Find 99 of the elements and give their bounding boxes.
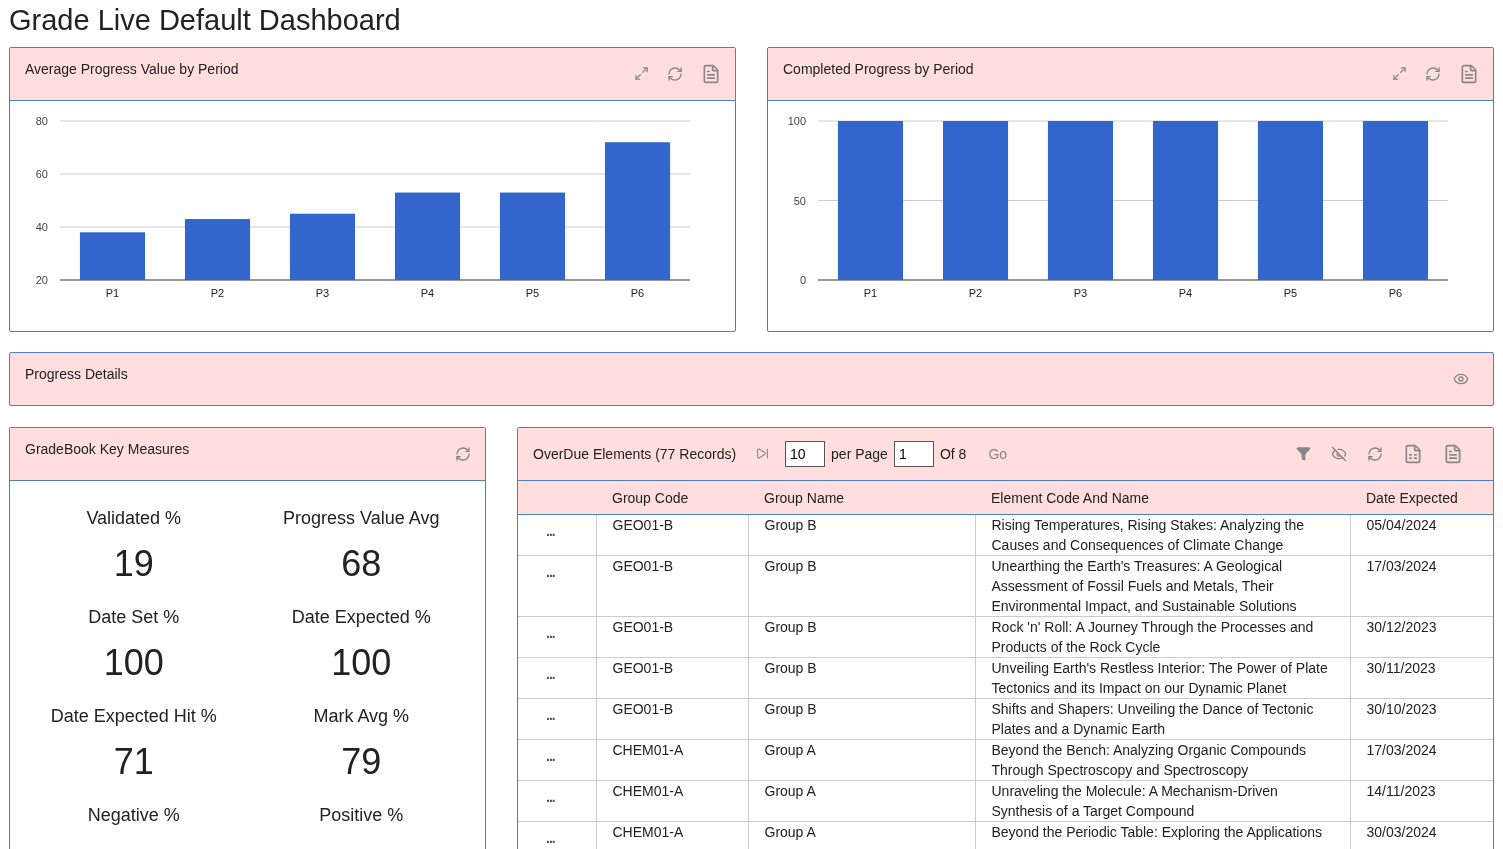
axis-tick-label: 50 — [793, 194, 806, 207]
table-cell: CHEM01-A — [596, 821, 748, 849]
eye-off-icon[interactable] — [1331, 445, 1347, 462]
axis-category-label: P6 — [1388, 286, 1403, 299]
table-cell: CHEM01-A — [596, 780, 748, 822]
column-header[interactable]: Date Expected — [1350, 480, 1493, 515]
axis-category-label: P3 — [1073, 286, 1088, 299]
table-cell: Unveiling Earth's Restless Interior: The Power of Plate Tectonics and its Impact on our Dynamic Planet — [975, 657, 1350, 699]
measure-label: Progress Value Avg — [283, 506, 440, 530]
row-menu-button[interactable]: ... — [546, 705, 555, 726]
table-cell: Beyond the Periodic Table: Exploring the Applications — [975, 821, 1350, 849]
column-header[interactable]: Element Code And Name — [975, 480, 1350, 515]
row-menu-button[interactable]: ... — [546, 521, 555, 542]
measure-label: Mark Avg % — [313, 704, 410, 728]
axis-category-label: P4 — [420, 286, 435, 299]
table-cell: Rising Temperatures, Rising Stakes: Analyzing the Causes and Consequences of Climate Change — [975, 514, 1350, 556]
page-title: Grade Live Default Dashboard — [9, 5, 402, 37]
table-cell: GEO01-B — [596, 555, 748, 617]
measure-label: Positive % — [319, 803, 404, 827]
table-cell: Group A — [748, 739, 975, 781]
table-cell: Group B — [748, 555, 975, 617]
table-cell: Group A — [748, 821, 975, 849]
table-cell: Group B — [748, 698, 975, 740]
table-cell: 30/11/2023 — [1350, 657, 1493, 699]
table-cell: 17/03/2024 — [1350, 739, 1493, 781]
row-menu-button[interactable]: ... — [546, 562, 555, 583]
page-count-label: Of 8 — [939, 445, 967, 462]
section-title: Progress Details — [25, 365, 129, 382]
bar — [184, 218, 251, 280]
axis-tick-label: 100 — [787, 114, 806, 127]
table-cell: Group A — [748, 780, 975, 822]
measure-label: Negative % — [87, 803, 180, 827]
table-cell: 05/04/2024 — [1350, 514, 1493, 556]
per-page-label: per Page — [831, 445, 888, 462]
table-cell: GEO01-B — [596, 514, 748, 556]
table-cell: Unearthing the Earth's Treasures: A Geological Assessment of Fossil Fuels and Metals, Their Environmental Impact, and Sustainable Solutions — [975, 555, 1350, 617]
axis-category-label: P5 — [525, 286, 540, 299]
table-cell: 30/10/2023 — [1350, 698, 1493, 740]
axis-tick-label: 80 — [35, 114, 48, 127]
card-title: OverDue Elements (77 Records) — [533, 445, 737, 462]
measure-value: 79 — [341, 739, 382, 784]
column-header[interactable]: Group Name — [748, 480, 975, 515]
table-cell: Shifts and Shapers: Unveiling the Dance of Tectonic Plates and a Dynamic Earth — [975, 698, 1350, 740]
expand-icon[interactable] — [634, 66, 649, 82]
table-cell: Group B — [748, 514, 975, 556]
axis-category-label: P6 — [630, 286, 645, 299]
page-number-field[interactable]: 1 — [893, 440, 934, 467]
measure-label: Date Expected Hit % — [50, 704, 217, 728]
axis-category-label: P3 — [315, 286, 330, 299]
filter-icon[interactable] — [1296, 446, 1311, 462]
axis-tick-label: 20 — [35, 273, 48, 286]
refresh-icon[interactable] — [1425, 65, 1441, 82]
axis-tick-label: 0 — [799, 273, 806, 286]
axis-tick-label: 60 — [35, 167, 48, 180]
page-size-field[interactable]: 10 — [785, 440, 826, 467]
table-cell: GEO01-B — [596, 698, 748, 740]
axis-category-label: P1 — [105, 286, 120, 299]
row-menu-button[interactable]: ... — [546, 664, 555, 685]
measure-label: Date Set % — [88, 605, 180, 629]
table-cell: 17/03/2024 — [1350, 555, 1493, 617]
table-cell: GEO01-B — [596, 616, 748, 658]
measure-value: 68 — [341, 541, 382, 586]
measure-value: 100 — [331, 640, 392, 685]
axis-category-label: P2 — [968, 286, 983, 299]
table-cell: Group B — [748, 657, 975, 699]
refresh-icon[interactable] — [455, 445, 471, 462]
row-menu-button[interactable]: ... — [546, 828, 555, 849]
table-cell: Rock 'n' Roll: A Journey Through the Processes and Products of the Rock Cycle — [975, 616, 1350, 658]
card-title: GradeBook Key Measures — [25, 440, 191, 457]
measure-label: Validated % — [86, 506, 182, 530]
card-title: Completed Progress by Period — [783, 60, 975, 77]
table-cell: GEO01-B — [596, 657, 748, 699]
axis-category-label: P1 — [863, 286, 878, 299]
table-cell: 30/03/2024 — [1350, 821, 1493, 849]
row-menu-button[interactable]: ... — [546, 623, 555, 644]
refresh-icon[interactable] — [1367, 445, 1383, 462]
table-cell: CHEM01-A — [596, 739, 748, 781]
table-cell: Group B — [748, 616, 975, 658]
axis-tick-label: 40 — [35, 220, 48, 233]
refresh-icon[interactable] — [667, 65, 683, 82]
table-cell: Unraveling the Molecule: A Mechanism-Driven Synthesis of a Target Compound — [975, 780, 1350, 822]
axis-category-label: P2 — [210, 286, 225, 299]
card-title: Average Progress Value by Period — [25, 60, 240, 77]
measure-label: Date Expected % — [291, 605, 431, 629]
row-menu-button[interactable]: ... — [546, 787, 555, 808]
bar — [289, 213, 356, 280]
table-cell: Beyond the Bench: Analyzing Organic Compounds Through Spectroscopy and Spectroscopy — [975, 739, 1350, 781]
axis-category-label: P4 — [1178, 286, 1193, 299]
measure-value: 71 — [113, 739, 154, 784]
bar — [79, 232, 146, 280]
table-cell: 14/11/2023 — [1350, 780, 1493, 822]
table-cell: 30/12/2023 — [1350, 616, 1493, 658]
column-header[interactable]: Group Code — [596, 480, 748, 515]
expand-icon[interactable] — [1392, 66, 1407, 82]
axis-category-label: P5 — [1283, 286, 1298, 299]
row-menu-button[interactable]: ... — [546, 746, 555, 767]
last-page-icon[interactable] — [756, 447, 770, 461]
measure-value: 19 — [113, 541, 154, 586]
measure-value: 100 — [103, 640, 164, 685]
